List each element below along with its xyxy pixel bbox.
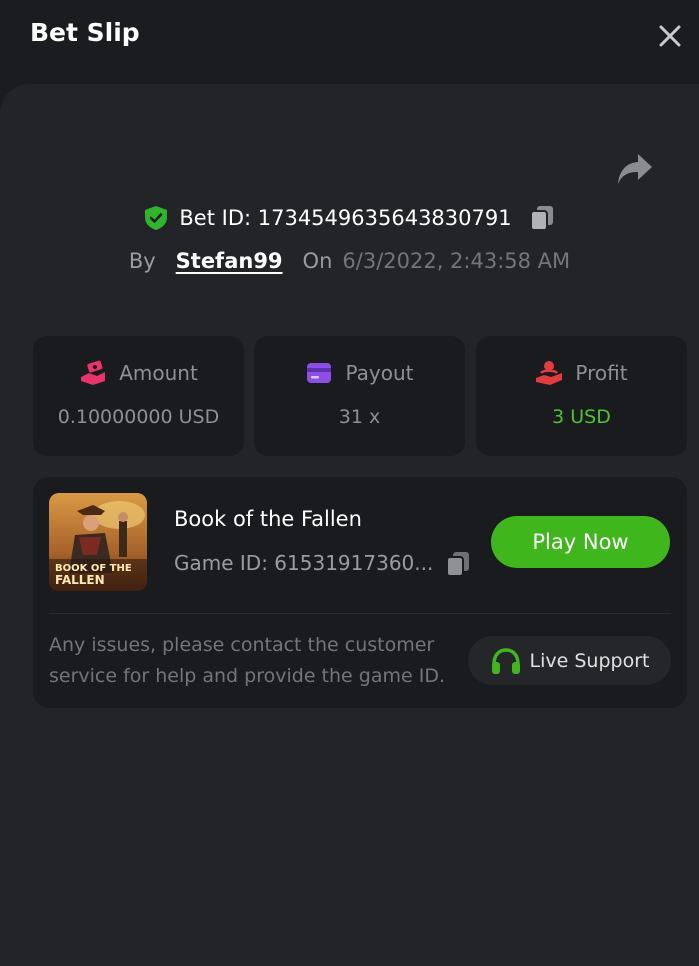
- live-support-label: Live Support: [529, 649, 650, 672]
- bet-id-row: Bet ID: 1734549635643830791: [0, 200, 699, 236]
- money-hand-icon: [81, 360, 106, 385]
- divider: [49, 613, 671, 614]
- support-message: Any issues, please contact the customer …: [49, 634, 445, 687]
- wallet-icon: [307, 363, 332, 383]
- game-thumbnail[interactable]: BOOK OF THE FALLEN: [49, 493, 147, 591]
- share-icon[interactable]: [616, 152, 654, 186]
- game-name: Book of the Fallen: [174, 507, 362, 531]
- profit-label: Profit: [575, 361, 628, 385]
- on-label: On: [302, 249, 333, 273]
- bet-meta-row: By Stefan99 On 6/3/2022, 2:43:58 AM: [0, 244, 699, 278]
- amount-label: Amount: [119, 361, 198, 385]
- headset-icon: [491, 647, 520, 674]
- amount-card: Amount 0.10000000 USD: [33, 336, 244, 456]
- game-id-text: Game ID: 61531917360...: [174, 551, 434, 575]
- profit-value: 3 USD: [552, 406, 611, 428]
- header: Bet Slip: [0, 0, 699, 70]
- live-support-button[interactable]: Live Support: [468, 636, 671, 685]
- thumb-title-line2: FALLEN: [55, 573, 105, 587]
- game-card: BOOK OF THE FALLEN Book of the Fallen Ga…: [33, 477, 687, 708]
- payout-label: Payout: [345, 361, 414, 385]
- username-link[interactable]: Stefan99: [176, 249, 283, 273]
- amount-value: 0.10000000 USD: [57, 406, 220, 428]
- payout-card: Payout 31 x: [254, 336, 465, 456]
- profit-card: Profit 3 USD: [476, 336, 687, 456]
- bet-id-text: Bet ID: 1734549635643830791: [179, 206, 512, 230]
- close-icon[interactable]: [654, 20, 686, 52]
- payout-value: 31 x: [338, 406, 381, 428]
- game-art-image: BOOK OF THE FALLEN: [49, 493, 147, 591]
- copy-icon[interactable]: [528, 204, 556, 232]
- bet-datetime: 6/3/2022, 2:43:58 AM: [342, 249, 571, 273]
- copy-game-id-icon[interactable]: [444, 550, 472, 578]
- profit-hand-icon: [536, 361, 563, 385]
- by-label: By: [128, 249, 156, 273]
- verified-shield-icon: [145, 206, 168, 230]
- page-title: Bet Slip: [30, 18, 140, 47]
- play-now-button[interactable]: Play Now: [491, 516, 670, 568]
